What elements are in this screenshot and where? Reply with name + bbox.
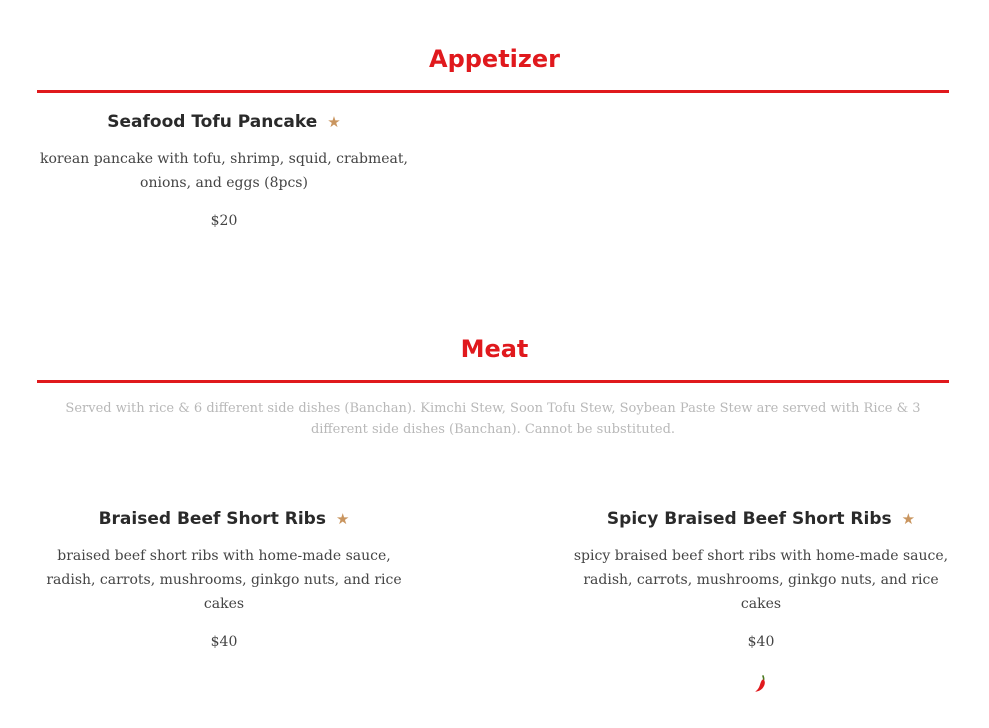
section-divider-appetizer: [37, 90, 949, 93]
menu-item-price: $40: [747, 634, 775, 650]
section-title-meat: Meat: [460, 335, 529, 363]
menu-item-name: Seafood Tofu Pancake: [107, 112, 318, 132]
menu-item-seafood-tofu-pancake: Seafood Tofu Pancake ★ korean pancake wit…: [37, 111, 411, 231]
menu-item-price: $40: [210, 634, 238, 650]
section-divider-meat: [37, 380, 949, 383]
menu-item-name-row: Seafood Tofu Pancake ★: [37, 111, 411, 133]
menu-item-name-row: Braised Beef Short Ribs ★: [37, 508, 411, 530]
menu-item-description: spicy braised beef short ribs with home-…: [573, 548, 949, 612]
menu-item-description: korean pancake with tofu, shrimp, squid,…: [40, 151, 408, 191]
section-title-appetizer: Appetizer: [429, 45, 560, 73]
star-icon: ★: [335, 510, 350, 528]
star-icon: ★: [901, 510, 916, 528]
menu-item-spicy-braised-beef-short-ribs: Spicy Braised Beef Short Ribs ★ spicy bra…: [573, 508, 949, 699]
menu-item-name-row: Spicy Braised Beef Short Ribs ★: [573, 508, 949, 530]
star-icon: ★: [327, 113, 341, 131]
menu-item-price: $20: [210, 213, 238, 229]
menu-item-description: braised beef short ribs with home-made s…: [46, 548, 402, 612]
menu-item-name: Braised Beef Short Ribs: [98, 509, 326, 529]
section-note-meat: Served with rice & 6 different side dish…: [65, 401, 921, 437]
chili-pepper-icon: [753, 674, 769, 699]
menu-item-name: Spicy Braised Beef Short Ribs: [606, 509, 892, 529]
menu-item-braised-beef-short-ribs: Braised Beef Short Ribs ★ braised beef sh…: [37, 508, 411, 652]
